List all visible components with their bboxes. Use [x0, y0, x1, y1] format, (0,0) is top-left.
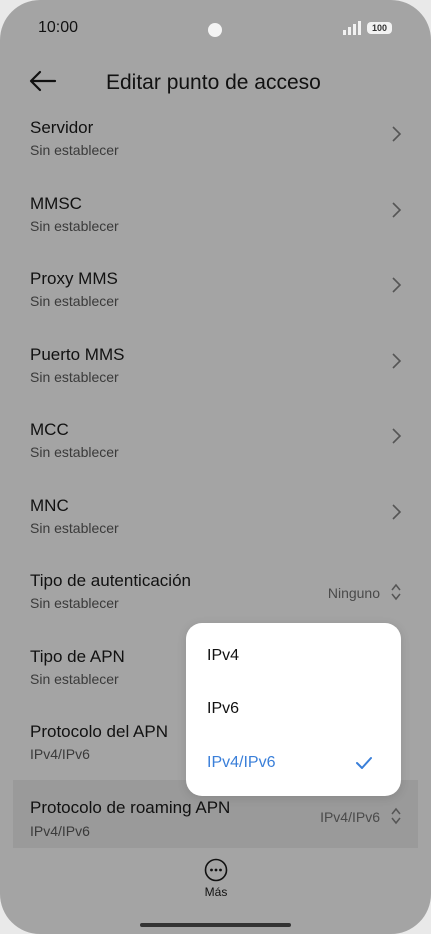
- protocol-dropdown: IPv4 IPv6 IPv4/IPv6: [186, 623, 401, 796]
- phone-screen: 10:00 100 Editar punto de acceso Servido…: [0, 0, 431, 934]
- bottom-bar: Más: [0, 850, 431, 934]
- chevron-up-down-icon: [391, 807, 401, 825]
- check-icon: [356, 757, 372, 769]
- chevron-right-icon: [392, 202, 402, 218]
- item-value: Ninguno: [327, 585, 380, 601]
- item-subtitle: IPv4/IPv6: [30, 746, 90, 762]
- item-subtitle: Sin establecer: [30, 595, 119, 611]
- page-title: Editar punto de acceso: [106, 71, 321, 94]
- list-item-servidor[interactable]: Servidor Sin establecer: [13, 110, 418, 185]
- option-ipv4-ipv6[interactable]: IPv4/IPv6: [186, 737, 401, 791]
- item-title: MNC: [30, 496, 69, 515]
- more-horizontal-icon: [204, 858, 228, 882]
- home-indicator[interactable]: [140, 923, 291, 927]
- chevron-right-icon: [392, 353, 402, 369]
- list-item-mmsc[interactable]: MMSC Sin establecer: [13, 186, 418, 261]
- list-item-mnc[interactable]: MNC Sin establecer: [13, 488, 418, 563]
- item-title: Tipo de APN: [30, 647, 125, 666]
- item-title: Protocolo del APN: [30, 722, 168, 741]
- list-item-mcc[interactable]: MCC Sin establecer: [13, 412, 418, 487]
- camera-cutout: [208, 23, 222, 37]
- item-subtitle: Sin establecer: [30, 142, 119, 158]
- status-time: 10:00: [38, 19, 79, 36]
- more-button[interactable]: Más: [195, 858, 237, 902]
- item-value: IPv4/IPv6: [320, 809, 380, 825]
- status-bar: 10:00 100: [0, 0, 431, 58]
- item-subtitle: Sin establecer: [30, 520, 119, 536]
- chevron-right-icon: [392, 126, 402, 142]
- signal-icon: [343, 21, 361, 35]
- item-subtitle: Sin establecer: [30, 218, 119, 234]
- option-label: IPv6: [207, 700, 240, 717]
- item-title: Proxy MMS: [30, 269, 118, 288]
- list-item-puerto-mms[interactable]: Puerto MMS Sin establecer: [13, 337, 418, 412]
- battery-icon: 100: [367, 22, 392, 34]
- header: Editar punto de acceso: [0, 58, 431, 108]
- list-item-proxy-mms[interactable]: Proxy MMS Sin establecer: [13, 261, 418, 336]
- item-title: Puerto MMS: [30, 345, 125, 364]
- chevron-right-icon: [392, 428, 402, 444]
- chevron-right-icon: [392, 277, 402, 293]
- item-title: MMSC: [30, 194, 82, 213]
- item-title: Protocolo de roaming APN: [30, 798, 231, 817]
- arrow-left-icon[interactable]: [28, 66, 58, 96]
- item-title: Tipo de autenticación: [30, 571, 191, 590]
- chevron-right-icon: [392, 504, 402, 520]
- item-title: MCC: [30, 420, 69, 439]
- option-label: IPv4: [207, 647, 240, 664]
- more-label: Más: [204, 885, 228, 899]
- item-subtitle: Sin establecer: [30, 444, 119, 460]
- item-subtitle: Sin establecer: [30, 671, 119, 687]
- item-subtitle: Sin establecer: [30, 293, 119, 309]
- option-ipv4[interactable]: IPv4: [186, 630, 401, 684]
- item-title: Servidor: [30, 118, 94, 137]
- option-label: IPv4/IPv6: [207, 754, 276, 771]
- item-subtitle: Sin establecer: [30, 369, 119, 385]
- item-subtitle: IPv4/IPv6: [30, 823, 90, 839]
- option-ipv6[interactable]: IPv6: [186, 683, 401, 737]
- chevron-up-down-icon: [391, 583, 401, 601]
